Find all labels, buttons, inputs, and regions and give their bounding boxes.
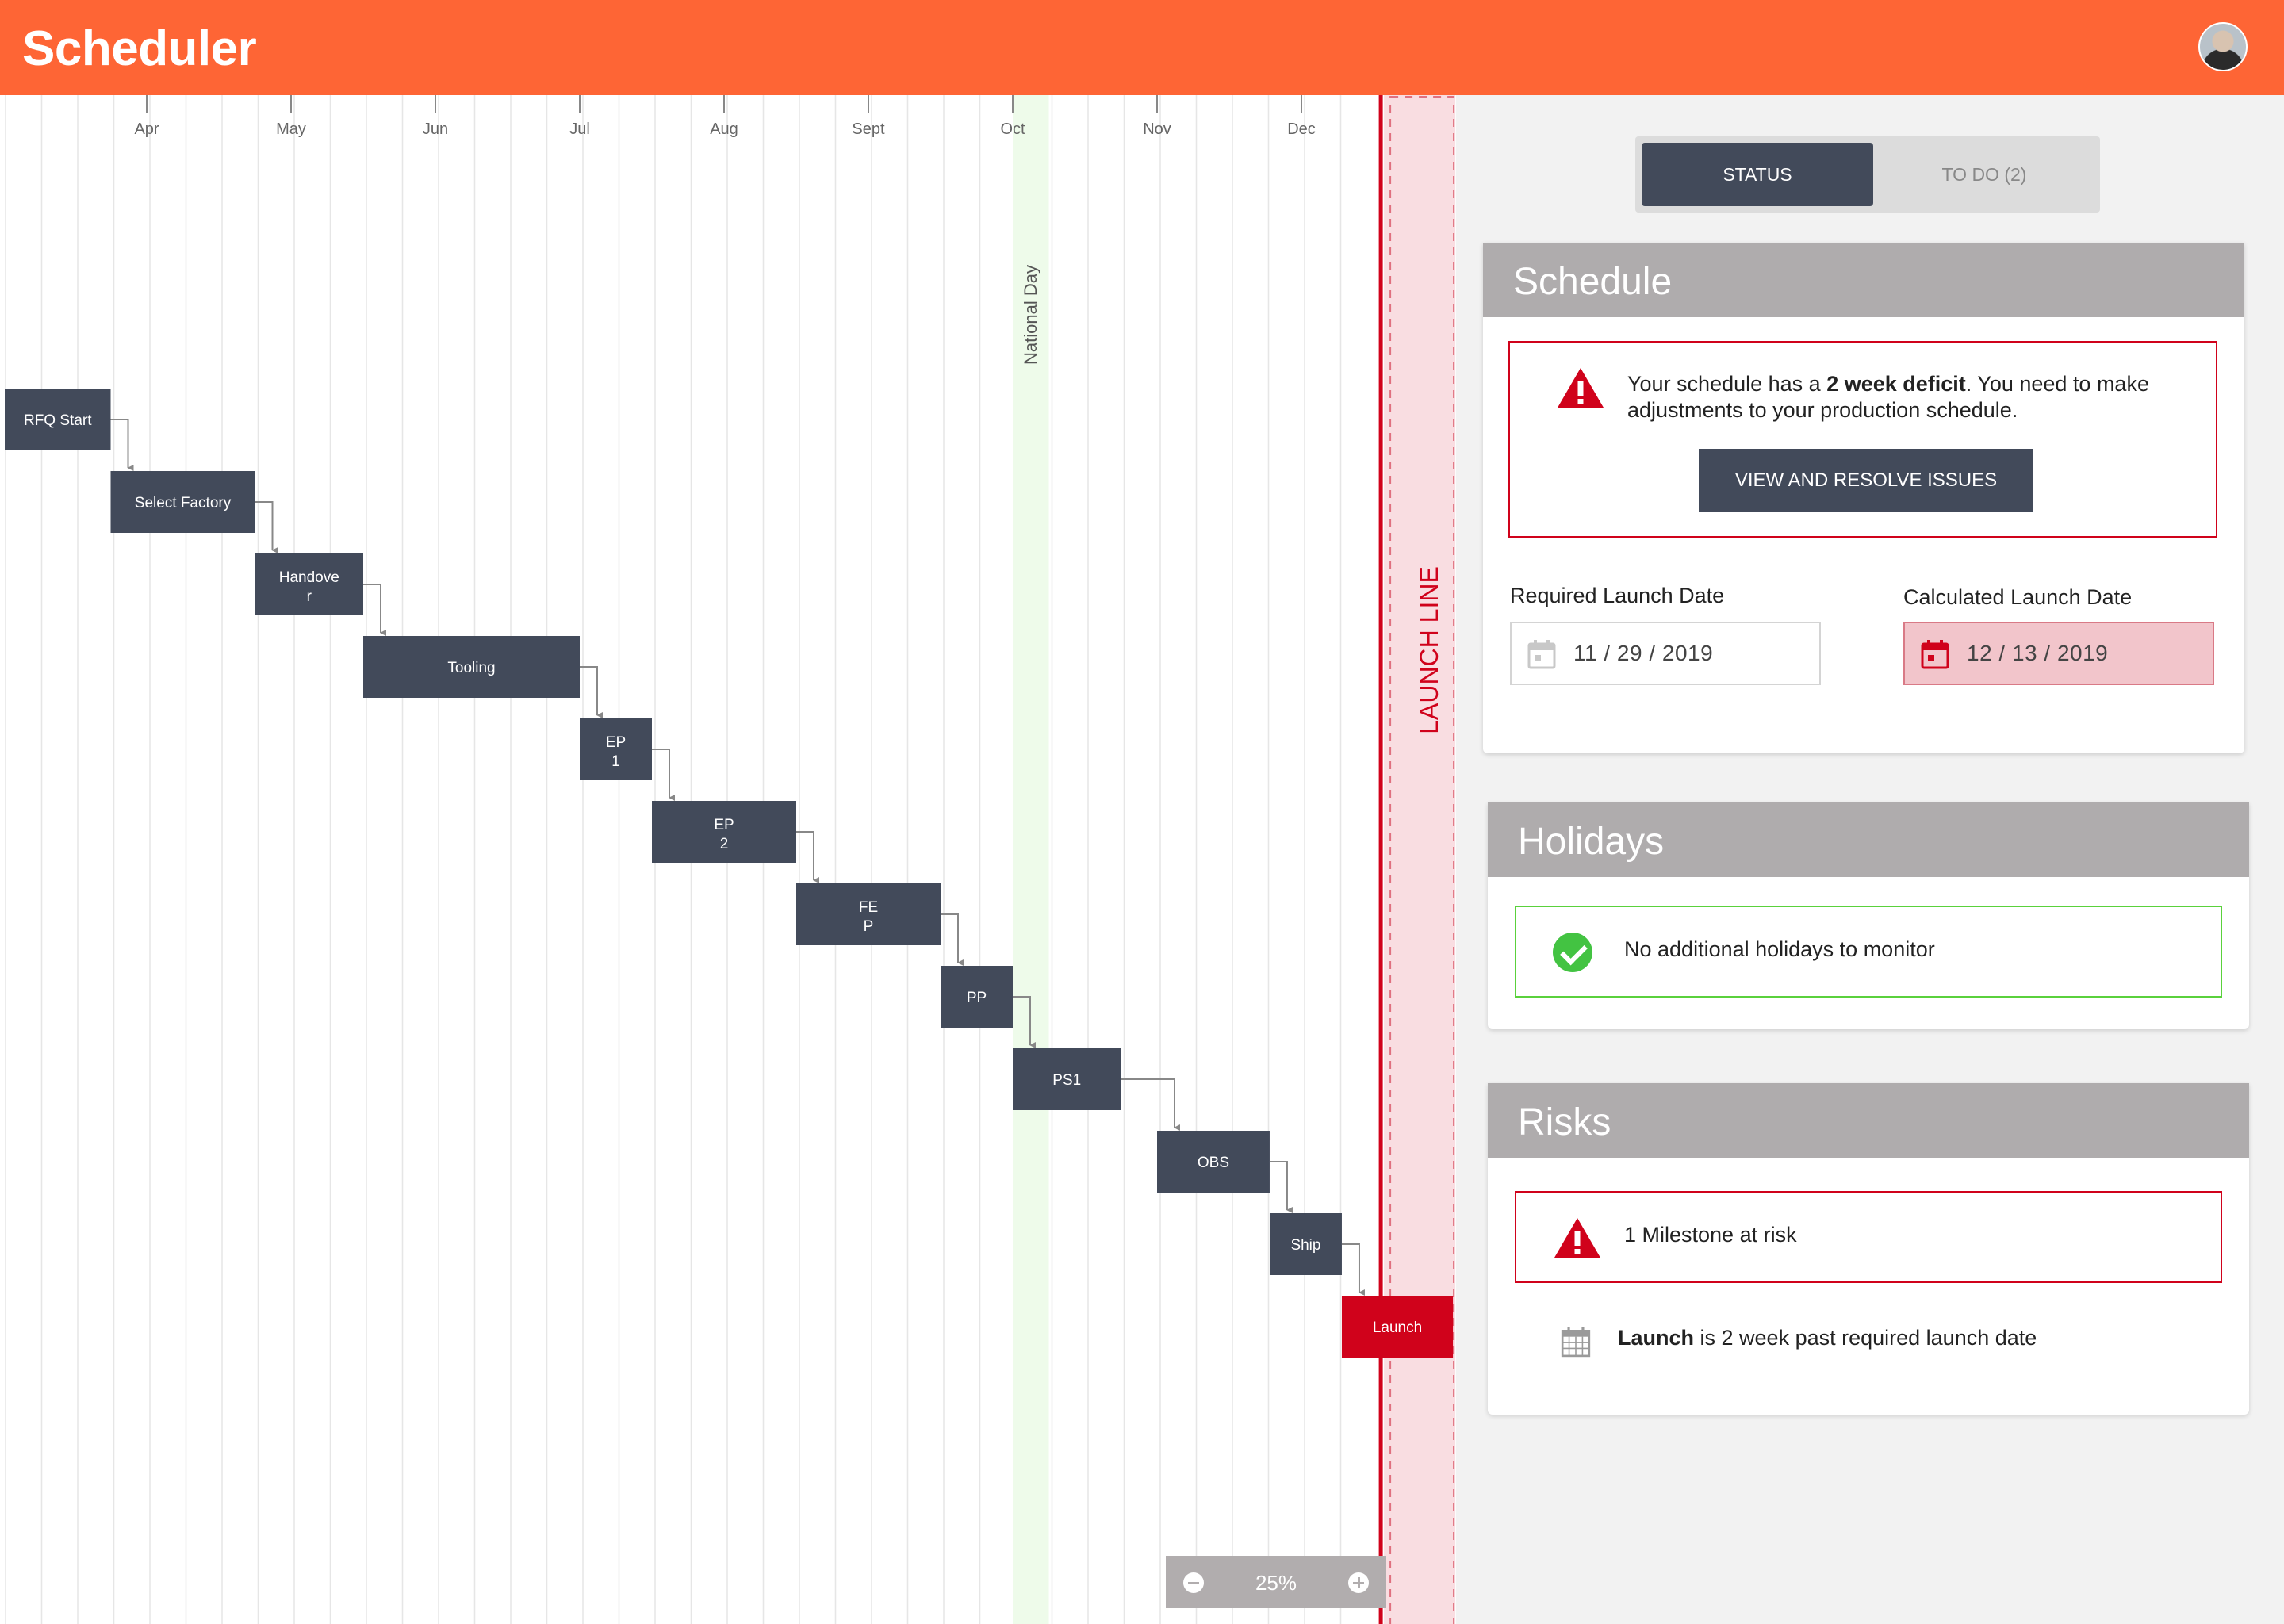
calendar-alert-icon <box>1921 640 1949 669</box>
panel-tabs: STATUS TO DO (2) <box>1635 136 2100 213</box>
task-bar[interactable]: FE P <box>796 883 941 945</box>
holidays-card: Holidays No additional holidays to monit… <box>1488 802 2249 1029</box>
user-avatar[interactable] <box>2198 22 2248 71</box>
dependency-arrow <box>1121 1078 1180 1131</box>
risk-summary: 1 Milestone at risk <box>1624 1223 1797 1247</box>
gantt-chart: National Day Apr May Jun Jul Aug Sept Oct Nov Dec… <box>0 95 1456 1624</box>
calendar-grid-icon <box>1561 1327 1591 1358</box>
launch-zone <box>1384 95 1456 1624</box>
calendar-icon <box>1527 640 1556 669</box>
check-circle-icon <box>1553 933 1592 972</box>
task-bar[interactable]: Launch <box>1341 1296 1454 1358</box>
task-bar[interactable]: EP 2 <box>652 801 796 863</box>
task-label: PS1 <box>1052 1072 1081 1089</box>
task-label: Launch <box>1373 1320 1422 1336</box>
task-bar[interactable]: Tooling <box>363 636 580 698</box>
required-launch-date: 11 / 29 / 2019 <box>1573 641 1714 665</box>
schedule-title: Schedule <box>1483 243 2244 317</box>
tab-todo[interactable]: TO DO (2) <box>1868 143 2100 206</box>
zoom-out-icon[interactable] <box>1183 1572 1204 1593</box>
zoom-in-icon[interactable] <box>1348 1572 1369 1593</box>
deficit-amount: 2 week deficit <box>1826 372 1966 396</box>
task-bar[interactable]: PS1 <box>1013 1048 1121 1110</box>
task-label: Tooling <box>447 660 495 676</box>
holidays-status-box: No additional holidays to monitor <box>1515 906 2222 998</box>
task-label: PP <box>967 990 987 1006</box>
month-label: Oct <box>1000 121 1025 138</box>
view-resolve-issues-button[interactable]: VIEW AND RESOLVE ISSUES <box>1699 449 2033 512</box>
required-launch-label: Required Launch Date <box>1510 584 1725 607</box>
app-header: Scheduler <box>0 0 2284 95</box>
task-bar[interactable]: Select Factory <box>110 471 255 533</box>
holidays-title: Holidays <box>1488 802 2249 877</box>
task-bar[interactable]: PP <box>941 966 1013 1028</box>
gantt-canvas: National Day Apr May Jun Jul Aug Sept Oct Nov Dec… <box>5 95 1456 1624</box>
tab-status[interactable]: STATUS <box>1642 143 1873 206</box>
month-label: Nov <box>1143 121 1171 138</box>
required-launch-date-field[interactable]: 11 / 29 / 2019 <box>1510 622 1821 685</box>
task-bar[interactable]: Handove r <box>255 553 364 615</box>
risks-card: Risks 1 Milestone at risk Launch is 2 we… <box>1488 1083 2249 1415</box>
holiday-label: National Day <box>1021 265 1040 365</box>
holidays-message: No additional holidays to monitor <box>1624 937 1935 961</box>
task-label: OBS <box>1198 1155 1229 1171</box>
dependency-arrow <box>1341 1243 1365 1296</box>
month-label: May <box>276 121 306 138</box>
calculated-launch-label: Calculated Launch Date <box>1903 585 2133 609</box>
warning-icon <box>1554 1218 1600 1258</box>
risks-title: Risks <box>1488 1083 2249 1158</box>
launch-line-label: LAUNCH LINE <box>1415 566 1443 734</box>
task-bar[interactable]: RFQ Start <box>5 389 111 450</box>
calculated-launch-date-field[interactable]: 12 / 13 / 2019 <box>1903 622 2214 685</box>
risk-detail: Launch is 2 week past required launch da… <box>1618 1326 2037 1350</box>
schedule-card: Schedule Your schedule has a 2 week defi… <box>1483 243 2244 753</box>
calculated-launch-date: 12 / 13 / 2019 <box>1967 641 2109 665</box>
zoom-level: 25% <box>1255 1571 1297 1595</box>
task-bar[interactable]: OBS <box>1157 1131 1270 1193</box>
task-bar[interactable]: EP 1 <box>580 718 652 780</box>
deficit-alert: Your schedule has a 2 week deficit. You … <box>1508 341 2217 538</box>
deficit-message: Your schedule has a 2 week deficit. You … <box>1627 372 2149 422</box>
month-label: Dec <box>1287 121 1316 138</box>
month-label: Jun <box>423 121 448 138</box>
zoom-control: 25% <box>1166 1556 1386 1608</box>
risk-summary-box: 1 Milestone at risk <box>1515 1191 2222 1283</box>
task-bar[interactable]: Ship <box>1269 1213 1342 1275</box>
dependency-arrow <box>1269 1161 1293 1213</box>
task-label: Ship <box>1290 1237 1320 1254</box>
month-label: Aug <box>710 121 738 138</box>
month-label: Sept <box>852 121 885 138</box>
month-label: Jul <box>569 121 590 138</box>
task-label: Select Factory <box>135 495 232 511</box>
risk-milestone: Launch <box>1618 1326 1695 1350</box>
task-label: RFQ Start <box>24 412 92 429</box>
month-label: Apr <box>134 121 159 138</box>
warning-icon <box>1558 368 1604 408</box>
app-title: Scheduler <box>22 21 257 76</box>
